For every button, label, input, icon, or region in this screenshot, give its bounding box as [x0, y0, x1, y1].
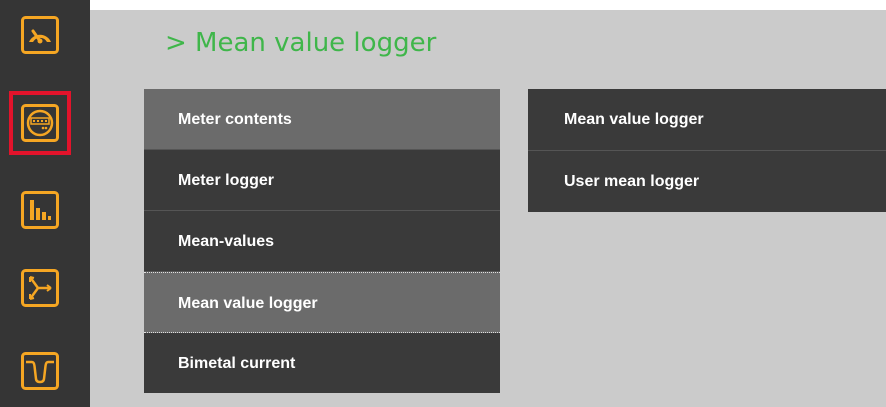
menu-item-mean-values[interactable]: Mean-values [144, 211, 500, 272]
menu-item-bimetal-current[interactable]: Bimetal current [144, 333, 500, 393]
three-phase-nav-button[interactable] [21, 269, 59, 307]
meter-icon [21, 104, 59, 142]
submenu-item-user-mean-logger[interactable]: User mean logger [528, 151, 886, 212]
meter-nav-button[interactable] [21, 104, 59, 142]
gauge-nav-button[interactable] [21, 16, 59, 54]
bar-chart-nav-button[interactable] [21, 191, 59, 229]
menu-item-mean-value-logger[interactable]: Mean value logger [144, 272, 500, 333]
gauge-icon [21, 16, 59, 54]
waveform-nav-button[interactable] [21, 352, 59, 390]
sidebar [0, 0, 90, 407]
submenu-item-mean-value-logger[interactable]: Mean value logger [528, 89, 886, 151]
page-title: > Mean value logger [165, 28, 437, 58]
sub-menu: Mean value logger User mean logger [528, 89, 886, 212]
menu-item-meter-logger[interactable]: Meter logger [144, 150, 500, 211]
three-phase-icon [21, 269, 59, 307]
menu-item-meter-contents[interactable]: Meter contents [144, 89, 500, 150]
waveform-icon [21, 352, 59, 390]
main-menu: Meter contents Meter logger Mean-values … [144, 89, 500, 393]
bar-chart-icon [21, 191, 59, 229]
